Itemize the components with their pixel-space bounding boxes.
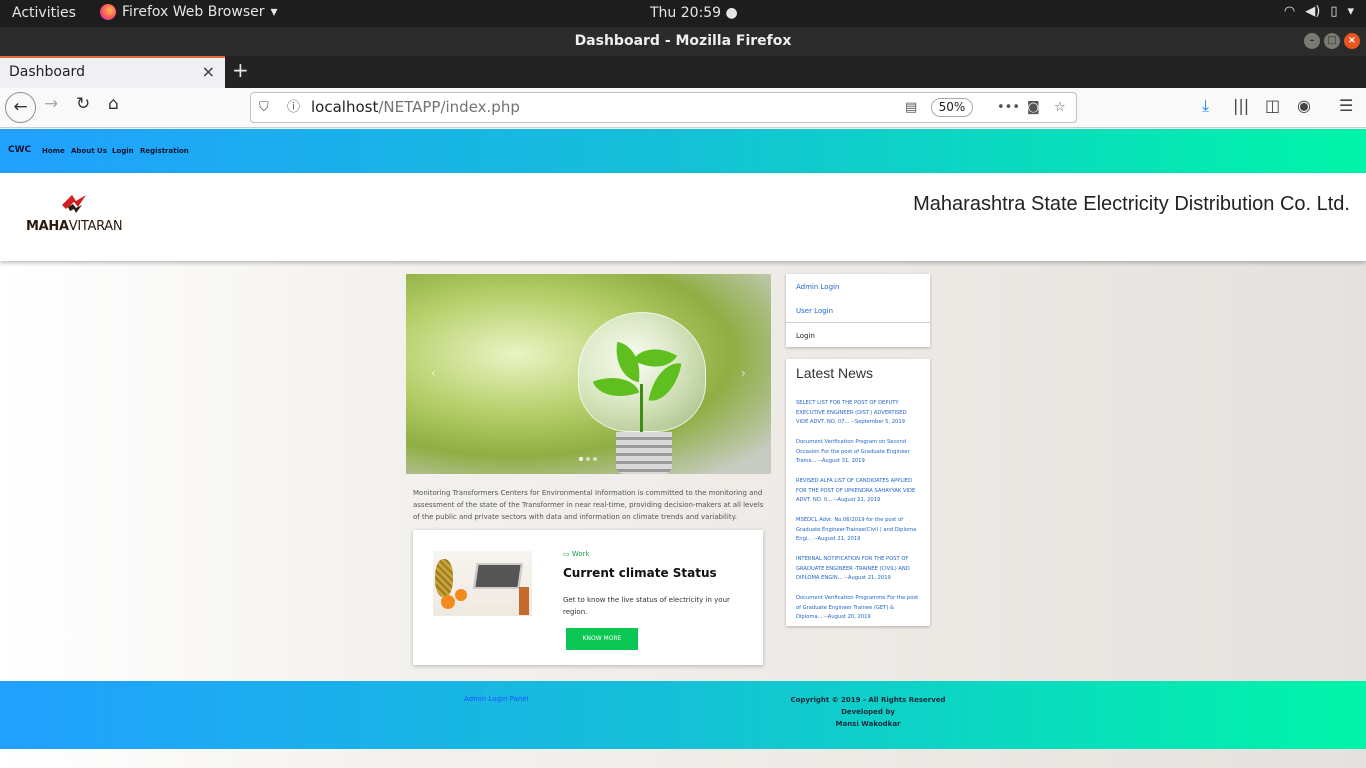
volume-icon: ◀): [1305, 4, 1321, 19]
news-item[interactable]: SELECT LIST FOR THE POST OF DEPUTY EXECU…: [796, 399, 920, 428]
close-tab-icon[interactable]: ×: [202, 62, 215, 81]
news-item[interactable]: INTERNAL NOTIFICATION FOR THE POST OF GR…: [796, 555, 920, 584]
home-button[interactable]: ⌂: [108, 94, 119, 114]
reload-button[interactable]: ↻: [76, 94, 90, 114]
new-tab-button[interactable]: +: [232, 58, 249, 82]
monitor-icon: ▭: [563, 550, 570, 558]
orange-shape: [441, 595, 455, 609]
system-tray[interactable]: ◠ ◀) ▯ ▾: [1284, 4, 1354, 19]
card-description: Get to know the live status of electrici…: [563, 596, 730, 616]
tab-dashboard[interactable]: Dashboard ×: [0, 56, 225, 88]
news-item[interactable]: Document Verification Program on Second …: [796, 438, 920, 467]
chevron-down-icon: ▾: [270, 4, 278, 20]
news-item[interactable]: MSEDCL Advt. No.06/2019 for the post of …: [796, 516, 920, 545]
menu-icon[interactable]: ☰: [1339, 96, 1353, 115]
reader-view-icon[interactable]: ▤: [905, 93, 917, 122]
card-tag: ▭ Work: [563, 550, 590, 558]
account-icon[interactable]: ◉: [1297, 96, 1311, 115]
admin-login-link[interactable]: Admin Login: [796, 283, 839, 291]
image-carousel[interactable]: ‹ ›: [406, 274, 771, 474]
zoom-level[interactable]: 50%: [931, 98, 973, 117]
carousel-dot[interactable]: [593, 457, 597, 461]
tab-strip: Dashboard × +: [0, 56, 1366, 88]
system-top-bar: Activities Firefox Web Browser ▾ Thu 20:…: [0, 0, 1366, 27]
nav-registration[interactable]: Registration: [140, 147, 189, 155]
nav-toolbar: ← → ↻ ⌂ ⛉ ⓘ localhost/NETAPP/index.php ▤…: [0, 88, 1366, 128]
wifi-icon: ◠: [1283, 4, 1296, 19]
downloads-icon[interactable]: ⤓: [1202, 96, 1209, 116]
intro-text: Monitoring Transformers Centers for Envi…: [413, 489, 764, 521]
chevron-down-icon: ▾: [1347, 4, 1354, 19]
user-login-link[interactable]: User Login: [796, 307, 833, 315]
login-box-footer: Login: [796, 332, 815, 340]
tab-title: Dashboard: [9, 64, 85, 80]
mahavitaran-logo[interactable]: MAHAVITARAN: [26, 195, 123, 234]
pineapple-shape: [435, 559, 453, 597]
login-box: Admin Login User Login Login: [786, 274, 930, 347]
news-title: Latest News: [796, 365, 874, 381]
bookmark-star-icon[interactable]: ☆: [1054, 93, 1066, 122]
url-text[interactable]: localhost/NETAPP/index.php: [311, 93, 520, 122]
window-titlebar: Dashboard - Mozilla Firefox – □ ×: [0, 27, 1366, 56]
developed-by-label: Developed by: [841, 708, 895, 716]
footer-credits: Copyright © 2019 - All Rights Reserved D…: [778, 694, 958, 730]
company-name: Maharashtra State Electricity Distributi…: [913, 193, 1350, 215]
clock[interactable]: Thu 20:59 ●: [650, 5, 738, 21]
carousel-prev-button[interactable]: ‹: [431, 366, 436, 380]
site-brand[interactable]: CWC: [8, 145, 31, 155]
admin-login-panel-link[interactable]: Admin Login Panel: [464, 695, 529, 703]
card-image: [433, 551, 532, 616]
forward-button[interactable]: →: [44, 94, 58, 114]
latest-news-panel: Latest News SELECT LIST FOR THE POST OF …: [786, 359, 930, 626]
copyright-text: Copyright © 2019 - All Rights Reserved: [790, 696, 946, 704]
site-header: MAHAVITARAN Maharashtra State Electricit…: [0, 173, 1366, 261]
carousel-next-button[interactable]: ›: [741, 366, 746, 380]
nav-home[interactable]: Home: [42, 147, 65, 155]
know-more-button[interactable]: KNOW MORE: [566, 628, 638, 650]
library-icon[interactable]: |||: [1233, 96, 1249, 115]
shield-icon[interactable]: ⛉: [259, 93, 269, 122]
lightning-logo-icon: [62, 195, 86, 213]
close-window-button[interactable]: ×: [1344, 33, 1360, 49]
app-name: Firefox Web Browser: [122, 4, 265, 20]
site-navbar: CWC Home About Us Login Registration: [0, 129, 1366, 173]
battery-icon: ▯: [1330, 4, 1338, 19]
more-actions-icon[interactable]: •••: [997, 93, 1020, 122]
window-title: Dashboard - Mozilla Firefox: [574, 33, 792, 49]
minimize-button[interactable]: –: [1304, 33, 1320, 49]
nav-login[interactable]: Login: [112, 147, 134, 155]
bulb-base: [616, 432, 672, 474]
laptop-shape: [473, 563, 523, 589]
web-page: CWC Home About Us Login Registration MAH…: [0, 129, 1366, 768]
news-item[interactable]: REVISED ALFA LIST OF CANDIDATES APPLIED …: [796, 477, 920, 506]
developer-name: Mansi Wakodkar: [835, 720, 901, 728]
site-footer: Admin Login Panel Copyright © 2019 - All…: [0, 681, 1366, 749]
orange-shape: [455, 589, 467, 601]
carousel-dot[interactable]: [579, 457, 583, 461]
carousel-dot[interactable]: [586, 457, 590, 461]
sidebar-icon[interactable]: ◫: [1265, 96, 1280, 115]
activities-button[interactable]: Activities: [12, 5, 76, 21]
carousel-indicators[interactable]: [579, 457, 597, 461]
maximize-button[interactable]: □: [1324, 33, 1340, 49]
plant-stem: [640, 384, 643, 434]
firefox-icon: [100, 4, 116, 20]
back-button[interactable]: ←: [5, 92, 36, 123]
app-menu[interactable]: Firefox Web Browser ▾: [100, 4, 278, 20]
news-item[interactable]: Document Verification Programme For the …: [796, 594, 920, 623]
cup-shape: [519, 587, 529, 615]
climate-status-card: ▭ Work Current climate Status Get to kno…: [413, 530, 763, 665]
info-icon[interactable]: ⓘ: [287, 93, 300, 122]
divider: [786, 322, 930, 323]
nav-about[interactable]: About Us: [71, 147, 107, 155]
card-title: Current climate Status: [563, 566, 717, 580]
pocket-icon[interactable]: ◙: [1027, 93, 1040, 122]
url-bar[interactable]: ⛉ ⓘ localhost/NETAPP/index.php ▤ 50% •••…: [250, 92, 1077, 123]
